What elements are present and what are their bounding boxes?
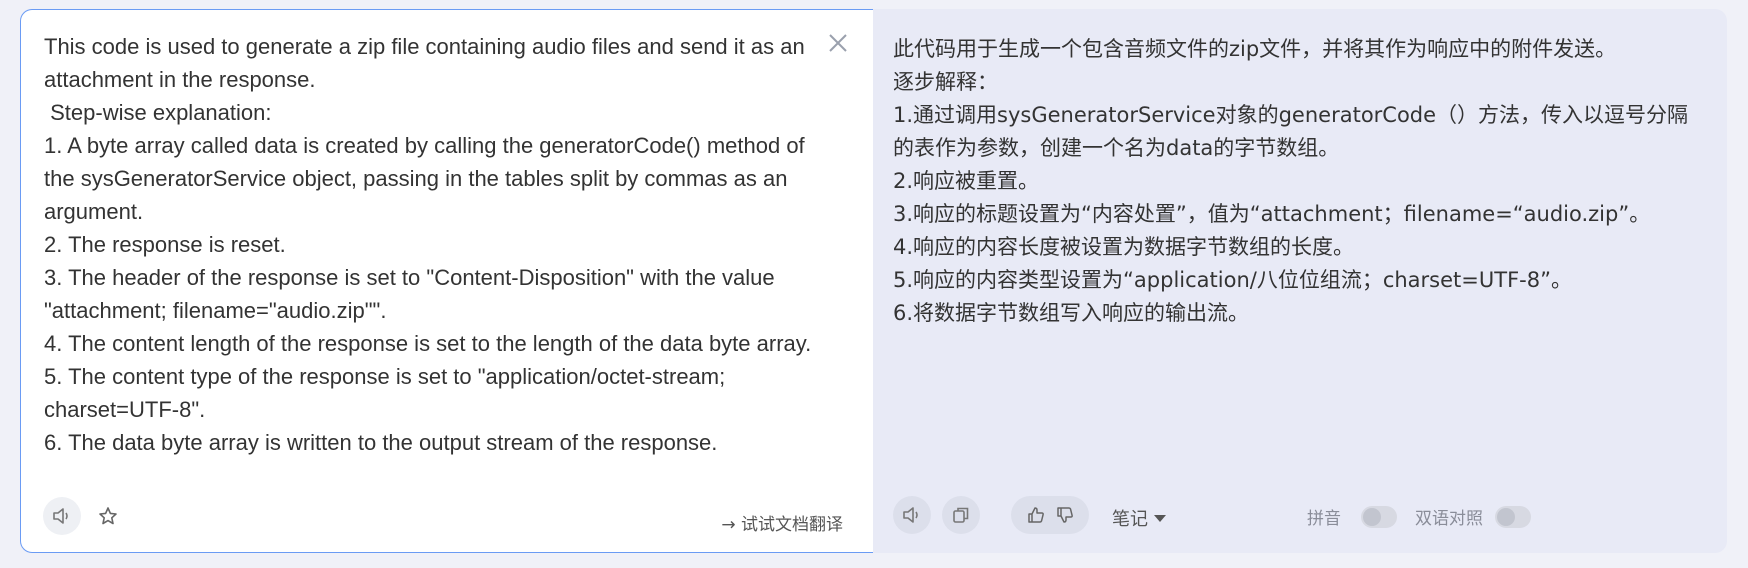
toggle-knob bbox=[1497, 508, 1515, 526]
speaker-icon[interactable] bbox=[893, 496, 931, 534]
translation-text: 此代码用于生成一个包含音频文件的zip文件，并将其作为响应中的附件发送。 逐步解… bbox=[893, 37, 1689, 325]
source-panel: This code is used to generate a zip file… bbox=[20, 9, 873, 553]
copy-icon[interactable] bbox=[942, 496, 980, 534]
document-translate-link[interactable]: → 试试文档翻译 bbox=[721, 510, 843, 535]
star-icon[interactable] bbox=[89, 497, 127, 535]
source-text-area[interactable]: This code is used to generate a zip file… bbox=[44, 30, 814, 459]
bilingual-toggle[interactable] bbox=[1495, 506, 1531, 528]
notes-dropdown[interactable]: 笔记 bbox=[1112, 505, 1166, 531]
pinyin-label: 拼音 bbox=[1307, 509, 1341, 529]
bilingual-label: 双语对照 bbox=[1415, 509, 1483, 529]
thumbs-down-icon[interactable] bbox=[1055, 505, 1075, 525]
toggle-knob bbox=[1363, 508, 1381, 526]
pinyin-toggle[interactable] bbox=[1361, 506, 1397, 528]
speaker-icon[interactable] bbox=[43, 497, 81, 535]
feedback-group bbox=[1011, 496, 1089, 534]
notes-label: 笔记 bbox=[1112, 509, 1148, 530]
target-panel: 此代码用于生成一个包含音频文件的zip文件，并将其作为响应中的附件发送。 逐步解… bbox=[873, 9, 1727, 553]
close-icon[interactable] bbox=[823, 28, 853, 58]
caret-down-icon bbox=[1154, 514, 1166, 522]
thumbs-up-icon[interactable] bbox=[1026, 505, 1046, 525]
